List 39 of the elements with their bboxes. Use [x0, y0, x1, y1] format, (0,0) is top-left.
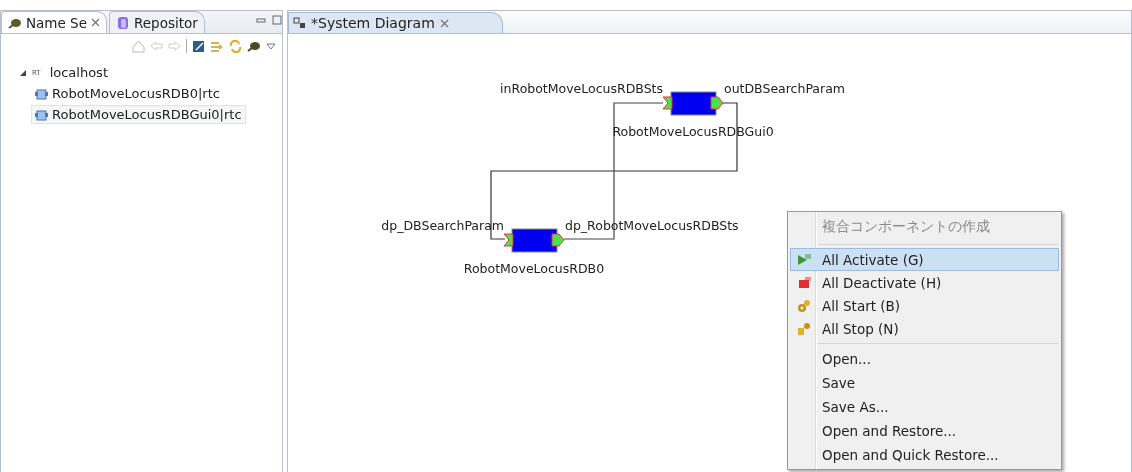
edit-icon[interactable]: [192, 39, 205, 53]
view-menu-icon[interactable]: [266, 42, 276, 50]
component-name: RobotMoveLocusRDB0: [463, 261, 605, 276]
component-block[interactable]: [670, 91, 717, 116]
close-icon[interactable]: [91, 18, 100, 27]
expanded-icon[interactable]: [19, 68, 27, 77]
tree-item[interactable]: RobotMoveLocusRDBGui0|rtc: [31, 105, 246, 124]
menu-item[interactable]: Open and Restore...: [790, 419, 1059, 443]
port-label: inRobotMoveLocusRDBSts: [500, 81, 663, 96]
menu-item[interactable]: Save As...: [790, 395, 1059, 419]
database-icon: [116, 15, 130, 30]
tree-item[interactable]: RobotMoveLocusRDB0|rtc: [31, 84, 224, 103]
out-port[interactable]: [551, 233, 565, 247]
close-icon[interactable]: [439, 18, 449, 28]
component-icon: [35, 108, 48, 121]
menu-item[interactable]: Save: [790, 371, 1059, 395]
component-block[interactable]: [511, 228, 558, 253]
play-icon: [797, 253, 811, 266]
menu-item[interactable]: All Start (B): [790, 294, 1059, 317]
editor-tab[interactable]: *System Diagram: [288, 12, 503, 33]
tree-item[interactable]: localhost: [45, 63, 112, 82]
menu-item[interactable]: All Deactivate (H): [790, 271, 1059, 294]
menu-item: 複合コンポーネントの作成: [821, 217, 991, 236]
panel-tab[interactable]: Repositor: [109, 11, 205, 33]
menu-item[interactable]: Open...: [790, 347, 1059, 371]
menu-item[interactable]: Open and Quick Restore...: [790, 443, 1059, 467]
port-label: dp_RobotMoveLocusRDBSts: [565, 218, 739, 233]
diagram-icon: [293, 17, 306, 29]
panel-tab[interactable]: Name Se: [1, 11, 107, 33]
stop-icon: [797, 276, 811, 289]
in-port[interactable]: [662, 96, 673, 110]
port-label: outDBSearchParam: [724, 81, 845, 96]
maximize-icon[interactable]: [272, 15, 282, 25]
menu-item[interactable]: All Stop (N): [790, 317, 1059, 340]
in-port[interactable]: [503, 233, 514, 247]
minimize-icon[interactable]: [256, 17, 266, 25]
component-icon: [35, 87, 48, 100]
menu-item[interactable]: All Activate (G): [790, 248, 1059, 271]
out-port[interactable]: [710, 96, 724, 110]
